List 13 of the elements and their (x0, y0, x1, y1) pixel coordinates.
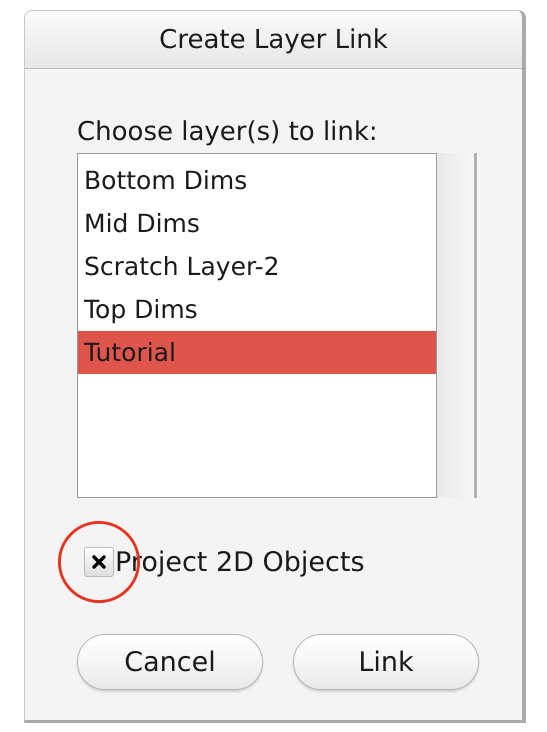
list-item[interactable]: Mid Dims (78, 202, 436, 245)
dialog-button[interactable]: Link (293, 634, 479, 690)
list-item[interactable]: Bottom Dims (78, 159, 436, 202)
scrollbar-track[interactable] (437, 153, 477, 498)
window-title: Create Layer Link (159, 24, 388, 54)
list-item[interactable]: Tutorial (78, 331, 436, 374)
check-mark-icon (91, 554, 107, 570)
dialog-button[interactable]: Cancel (77, 634, 263, 690)
checkbox[interactable] (84, 547, 114, 577)
list-item[interactable]: Scratch Layer-2 (78, 245, 436, 288)
list-item[interactable]: Top Dims (78, 288, 436, 331)
list-label: Choose layer(s) to link: (77, 117, 379, 147)
layer-list[interactable]: Bottom Dims Mid Dims Scratch Layer-2 Top Dims Tutorial (77, 153, 437, 498)
